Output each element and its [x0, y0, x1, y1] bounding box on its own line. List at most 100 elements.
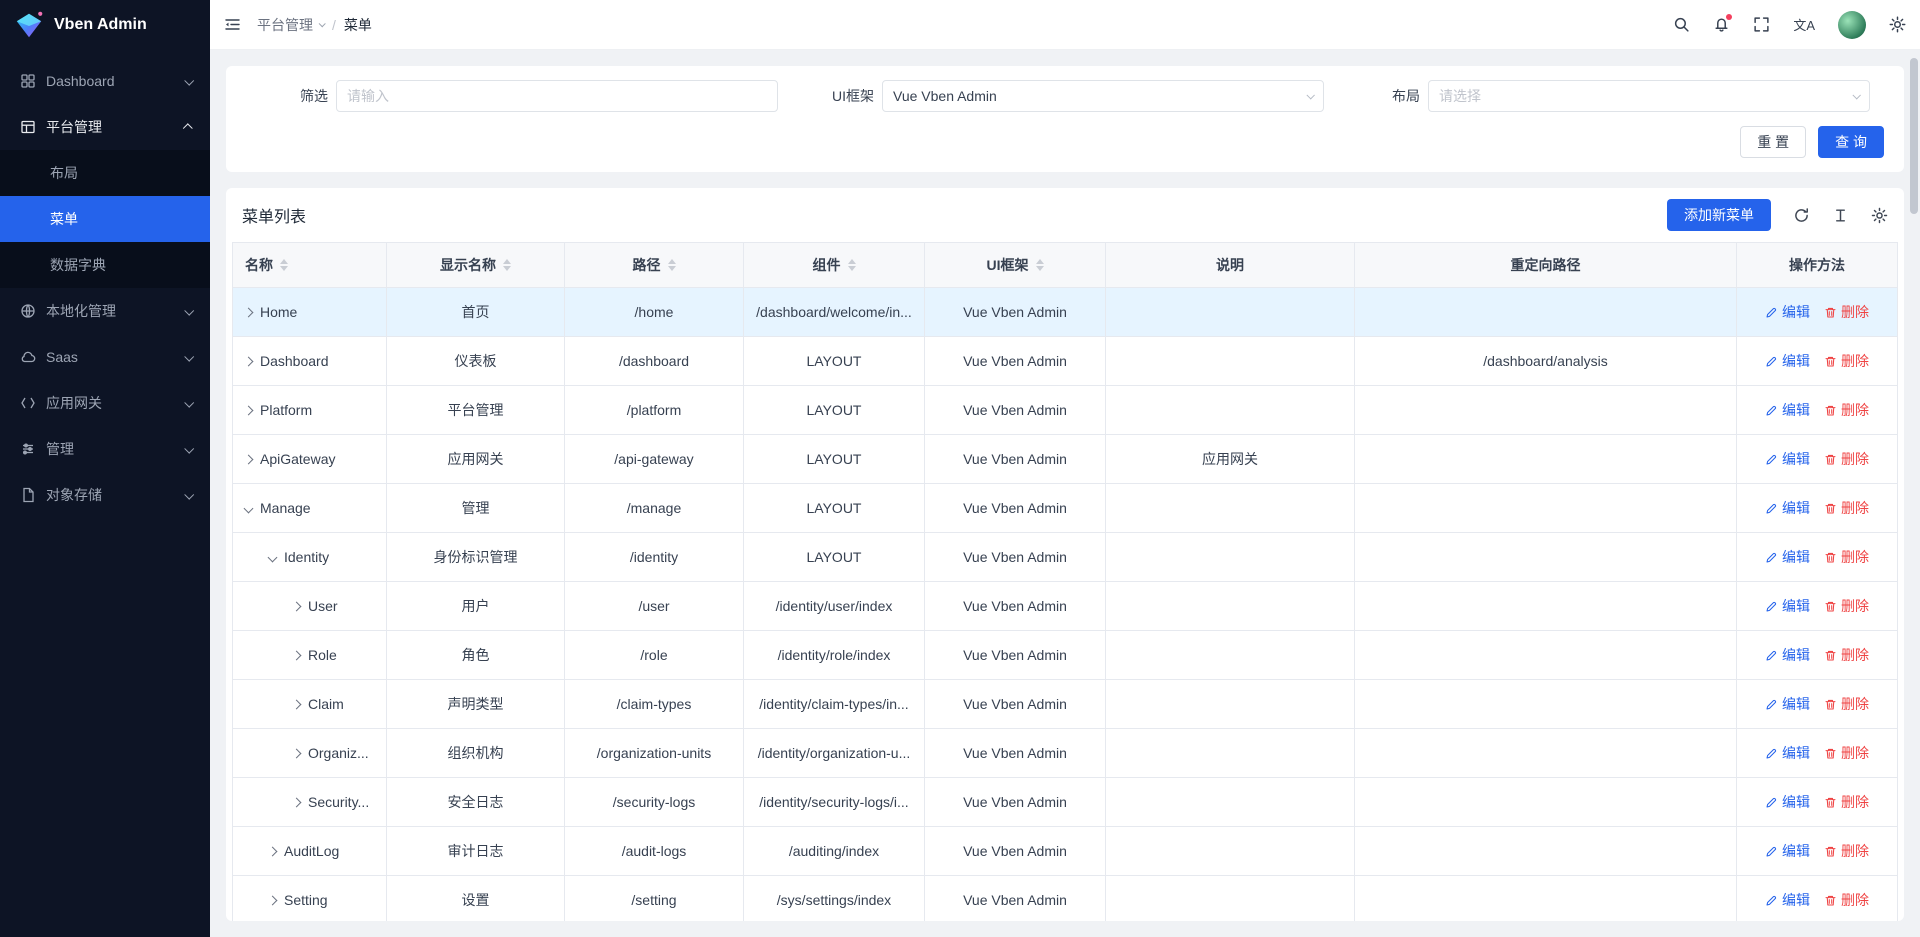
- edit-button[interactable]: 编辑: [1765, 596, 1810, 616]
- reset-button[interactable]: 重 置: [1740, 126, 1806, 158]
- table-row[interactable]: Security... 安全日志 /security-logs /identit…: [233, 778, 1897, 827]
- ui-framework-select[interactable]: Vue Vben Admin: [882, 80, 1324, 112]
- table-row[interactable]: Manage 管理 /manage LAYOUT Vue Vben Admin …: [233, 484, 1897, 533]
- delete-button[interactable]: 删除: [1824, 400, 1869, 420]
- edit-button[interactable]: 编辑: [1765, 351, 1810, 371]
- delete-trash-icon: [1824, 306, 1837, 319]
- row-expand-icon[interactable]: [268, 846, 278, 856]
- delete-button[interactable]: 删除: [1824, 743, 1869, 763]
- avatar[interactable]: [1838, 11, 1866, 39]
- settings-gear-icon[interactable]: [1889, 16, 1906, 33]
- table-row[interactable]: Organiz... 组织机构 /organization-units /ide…: [233, 729, 1897, 778]
- row-expand-icon[interactable]: [292, 601, 302, 611]
- sort-control[interactable]: [1036, 259, 1044, 271]
- row-expand-icon[interactable]: [268, 895, 278, 905]
- delete-button[interactable]: 删除: [1824, 890, 1869, 910]
- sidebar-item-object-storage[interactable]: 对象存储: [0, 472, 210, 518]
- delete-button[interactable]: 删除: [1824, 694, 1869, 714]
- table-row[interactable]: Identity 身份标识管理 /identity LAYOUT Vue Vbe…: [233, 533, 1897, 582]
- table-row[interactable]: AuditLog 审计日志 /audit-logs /auditing/inde…: [233, 827, 1897, 876]
- query-button[interactable]: 查 询: [1818, 126, 1884, 158]
- row-expand-icon[interactable]: [292, 748, 302, 758]
- row-framework: Vue Vben Admin: [925, 533, 1106, 582]
- app-logo[interactable]: Vben Admin: [0, 0, 210, 50]
- table-row[interactable]: Home 首页 /home /dashboard/welcome/in... V…: [233, 288, 1897, 337]
- sort-control[interactable]: [848, 259, 856, 271]
- row-description: [1106, 288, 1355, 337]
- table-row[interactable]: Setting 设置 /setting /sys/settings/index …: [233, 876, 1897, 921]
- platform-submenu: 布局 菜单 数据字典: [0, 150, 210, 288]
- sidebar-item-menu[interactable]: 菜单: [0, 196, 210, 242]
- row-expand-icon[interactable]: [244, 307, 254, 317]
- table-row[interactable]: Platform 平台管理 /platform LAYOUT Vue Vben …: [233, 386, 1897, 435]
- edit-button[interactable]: 编辑: [1765, 890, 1810, 910]
- edit-button[interactable]: 编辑: [1765, 743, 1810, 763]
- fullscreen-icon[interactable]: [1753, 16, 1770, 33]
- refresh-icon[interactable]: [1793, 207, 1810, 224]
- row-display-name: 安全日志: [387, 778, 565, 827]
- row-expand-icon[interactable]: [268, 552, 278, 562]
- delete-button[interactable]: 删除: [1824, 792, 1869, 812]
- row-expand-icon[interactable]: [244, 454, 254, 464]
- chevron-down-icon: [184, 351, 194, 361]
- sidebar-item-saas[interactable]: Saas: [0, 334, 210, 380]
- sort-control[interactable]: [503, 259, 511, 271]
- notification-button[interactable]: [1713, 16, 1730, 33]
- delete-button[interactable]: 删除: [1824, 596, 1869, 616]
- row-framework: Vue Vben Admin: [925, 827, 1106, 876]
- search-icon[interactable]: [1673, 16, 1690, 33]
- table-row[interactable]: Dashboard 仪表板 /dashboard LAYOUT Vue Vben…: [233, 337, 1897, 386]
- sidebar-item-dashboard[interactable]: Dashboard: [0, 58, 210, 104]
- menu-table: 名称 显示名称 路径 组件 UI框架 说明 重定向路径 操作方法 Home 首页…: [232, 242, 1898, 921]
- delete-button[interactable]: 删除: [1824, 645, 1869, 665]
- delete-button[interactable]: 删除: [1824, 351, 1869, 371]
- sort-control[interactable]: [280, 259, 288, 271]
- sidebar-item-layout[interactable]: 布局: [0, 150, 210, 196]
- edit-button[interactable]: 编辑: [1765, 841, 1810, 861]
- translate-icon[interactable]: 文A: [1793, 15, 1815, 34]
- table-row[interactable]: Claim 声明类型 /claim-types /identity/claim-…: [233, 680, 1897, 729]
- edit-button[interactable]: 编辑: [1765, 400, 1810, 420]
- sidebar-item-manage[interactable]: 管理: [0, 426, 210, 472]
- row-expand-icon[interactable]: [244, 405, 254, 415]
- edit-button[interactable]: 编辑: [1765, 302, 1810, 322]
- delete-button[interactable]: 删除: [1824, 498, 1869, 518]
- delete-button[interactable]: 删除: [1824, 547, 1869, 567]
- filter-input[interactable]: [336, 80, 778, 112]
- table-row[interactable]: ApiGateway 应用网关 /api-gateway LAYOUT Vue …: [233, 435, 1897, 484]
- table-row[interactable]: User 用户 /user /identity/user/index Vue V…: [233, 582, 1897, 631]
- add-menu-button[interactable]: 添加新菜单: [1667, 199, 1771, 231]
- row-description: [1106, 533, 1355, 582]
- column-settings-icon[interactable]: [1871, 207, 1888, 224]
- row-expand-icon[interactable]: [244, 503, 254, 513]
- delete-trash-icon: [1824, 502, 1837, 515]
- delete-button[interactable]: 删除: [1824, 449, 1869, 469]
- row-path: /user: [565, 582, 744, 631]
- edit-button[interactable]: 编辑: [1765, 792, 1810, 812]
- layout-select[interactable]: 请选择: [1428, 80, 1870, 112]
- sort-control[interactable]: [668, 259, 676, 271]
- sidebar-collapse-icon[interactable]: [224, 16, 241, 33]
- delete-button[interactable]: 删除: [1824, 302, 1869, 322]
- sidebar-item-data-dictionary[interactable]: 数据字典: [0, 242, 210, 288]
- sidebar-item-localization[interactable]: 本地化管理: [0, 288, 210, 334]
- edit-button[interactable]: 编辑: [1765, 645, 1810, 665]
- row-expand-icon[interactable]: [292, 650, 302, 660]
- scrollbar-thumb[interactable]: [1910, 58, 1918, 214]
- sidebar-item-api-gateway[interactable]: 应用网关: [0, 380, 210, 426]
- breadcrumb-parent[interactable]: 平台管理: [257, 15, 324, 35]
- row-height-icon[interactable]: [1832, 207, 1849, 224]
- edit-pencil-icon: [1765, 502, 1778, 515]
- edit-button[interactable]: 编辑: [1765, 449, 1810, 469]
- row-expand-icon[interactable]: [244, 356, 254, 366]
- edit-button[interactable]: 编辑: [1765, 547, 1810, 567]
- sidebar-item-platform-management[interactable]: 平台管理: [0, 104, 210, 150]
- row-expand-icon[interactable]: [292, 699, 302, 709]
- row-expand-icon[interactable]: [292, 797, 302, 807]
- edit-button[interactable]: 编辑: [1765, 498, 1810, 518]
- row-description: [1106, 680, 1355, 729]
- delete-button[interactable]: 删除: [1824, 841, 1869, 861]
- localization-icon: [20, 303, 36, 319]
- edit-button[interactable]: 编辑: [1765, 694, 1810, 714]
- table-row[interactable]: Role 角色 /role /identity/role/index Vue V…: [233, 631, 1897, 680]
